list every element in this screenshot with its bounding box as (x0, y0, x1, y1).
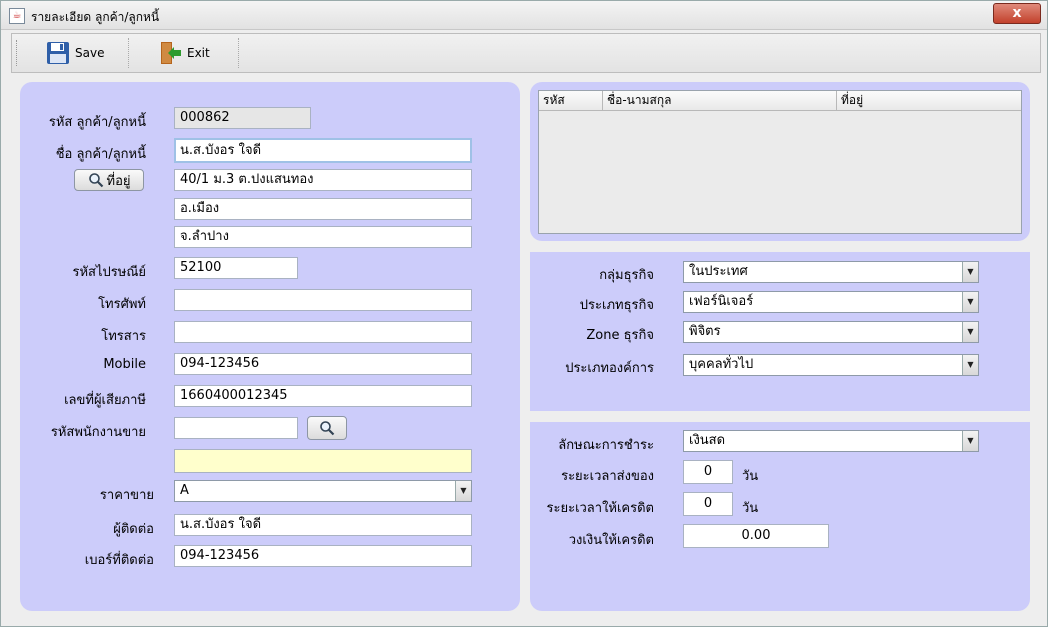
search-icon (320, 421, 335, 436)
address-table[interactable]: รหัส ชื่อ-นามสกุล ที่อยู่ (538, 90, 1022, 234)
business-zone-label: Zone ธุรกิจ (586, 328, 654, 343)
customer-name-label: ชื่อ ลูกค้า/ลูกหนี้ (55, 147, 146, 162)
postcode-field[interactable]: 52100 (174, 257, 298, 279)
table-header-name[interactable]: ชื่อ-นามสกุล (603, 91, 837, 111)
exit-icon (161, 42, 181, 64)
address-line-3-field[interactable]: จ.ลำปาง (174, 226, 472, 248)
business-zone-select[interactable]: พิจิตร ▼ (683, 321, 979, 343)
organization-type-value: บุคคลทั่วไป (689, 357, 754, 372)
address-button[interactable]: ที่อยู่ (74, 169, 144, 191)
credit-term-field[interactable]: 0 (683, 492, 733, 516)
business-zone-value: พิจิตร (689, 324, 721, 339)
mobile-label: Mobile (103, 357, 146, 372)
contact-phone-field[interactable]: 094-123456 (174, 545, 472, 567)
business-group-label: กลุ่มธุรกิจ (599, 268, 654, 283)
customer-info-panel: รหัส ลูกค้า/ลูกหนี้ 000862 ชื่อ ลูกค้า/ล… (20, 82, 520, 611)
customer-name-field[interactable]: น.ส.บังอร ใจดี (174, 138, 472, 163)
toolbar: Save Exit (11, 33, 1041, 73)
delivery-time-label: ระยะเวลาส่งของ (561, 469, 654, 484)
chevron-down-icon[interactable]: ▼ (962, 322, 978, 342)
salesrep-name-field (174, 449, 472, 473)
delivery-time-field[interactable]: 0 (683, 460, 733, 484)
chevron-down-icon[interactable]: ▼ (455, 481, 471, 501)
table-header-code[interactable]: รหัส (539, 91, 603, 111)
customer-detail-window: ☕ รายละเอียด ลูกค้า/ลูกหนี้ x Save Exit (0, 0, 1048, 627)
phone-field[interactable] (174, 289, 472, 311)
business-group-value: ในประเทศ (689, 264, 748, 279)
credit-term-label: ระยะเวลาให้เครดิต (546, 501, 655, 516)
chevron-down-icon[interactable]: ▼ (962, 262, 978, 282)
price-select[interactable]: A ▼ (174, 480, 472, 502)
tax-id-label: เลขที่ผู้เสียภาษี (64, 393, 146, 408)
credit-limit-field[interactable]: 0.00 (683, 524, 829, 548)
chevron-down-icon[interactable]: ▼ (962, 292, 978, 312)
business-type-value: เฟอร์นิเจอร์ (689, 294, 754, 309)
title-bar: ☕ รายละเอียด ลูกค้า/ลูกหนี้ x (1, 1, 1047, 30)
delivery-time-unit: วัน (742, 469, 759, 484)
contact-phone-label: เบอร์ที่ติดต่อ (84, 553, 154, 568)
business-panel: กลุ่มธุรกิจ ในประเทศ ▼ ประเภทธุรกิจ เฟอร… (530, 252, 1030, 411)
address-line-2-field[interactable]: อ.เมือง (174, 198, 472, 220)
close-button[interactable]: x (993, 3, 1041, 24)
save-label: Save (75, 46, 105, 60)
address-list-panel: รหัส ชื่อ-นามสกุล ที่อยู่ (530, 82, 1030, 241)
credit-term-unit: วัน (742, 501, 759, 516)
business-group-select[interactable]: ในประเทศ ▼ (683, 261, 979, 283)
salesrep-search-button[interactable] (307, 416, 347, 440)
contact-field[interactable]: น.ส.บังอร ใจดี (174, 514, 472, 536)
salesrep-field[interactable] (174, 417, 298, 439)
contact-label: ผู้ติดต่อ (113, 522, 154, 537)
save-icon (47, 42, 69, 64)
chevron-down-icon[interactable]: ▼ (962, 431, 978, 451)
fax-field[interactable] (174, 321, 472, 343)
address-line-1-field[interactable]: 40/1 ม.3 ต.ปงแสนทอง (174, 169, 472, 191)
business-type-label: ประเภทธุรกิจ (579, 298, 654, 313)
customer-code-field[interactable]: 000862 (174, 107, 311, 129)
toolbar-separator (128, 38, 130, 68)
payment-panel: ลักษณะการชำระ เงินสด ▼ ระยะเวลาส่งของ 0 … (530, 422, 1030, 611)
address-button-label: ที่อยู่ (106, 173, 131, 189)
price-selected-value: A (180, 483, 189, 498)
exit-button[interactable]: Exit (158, 38, 210, 68)
tax-id-field[interactable]: 1660400012345 (174, 385, 472, 407)
business-type-select[interactable]: เฟอร์นิเจอร์ ▼ (683, 291, 979, 313)
postcode-label: รหัสไปรษณีย์ (72, 265, 146, 280)
window-title: รายละเอียด ลูกค้า/ลูกหนี้ (31, 10, 160, 24)
mobile-field[interactable]: 094-123456 (174, 353, 472, 375)
price-label: ราคาขาย (99, 488, 154, 503)
app-icon: ☕ (9, 8, 25, 24)
exit-label: Exit (187, 46, 210, 60)
organization-type-label: ประเภทองค์การ (565, 361, 654, 376)
search-icon (88, 173, 103, 188)
save-button[interactable]: Save (46, 38, 104, 68)
table-header-address[interactable]: ที่อยู่ (837, 91, 1021, 111)
organization-type-select[interactable]: บุคคลทั่วไป ▼ (683, 354, 979, 376)
toolbar-grip[interactable] (16, 40, 19, 66)
payment-method-label: ลักษณะการชำระ (558, 438, 654, 453)
salesrep-label: รหัสพนักงานขาย (50, 425, 146, 440)
toolbar-separator (238, 38, 240, 68)
customer-code-label: รหัส ลูกค้า/ลูกหนี้ (48, 115, 146, 130)
credit-limit-label: วงเงินให้เครดิต (568, 533, 654, 548)
phone-label: โทรศัพท์ (98, 297, 146, 312)
chevron-down-icon[interactable]: ▼ (962, 355, 978, 375)
payment-method-select[interactable]: เงินสด ▼ (683, 430, 979, 452)
payment-method-value: เงินสด (689, 433, 726, 448)
fax-label: โทรสาร (101, 329, 146, 344)
